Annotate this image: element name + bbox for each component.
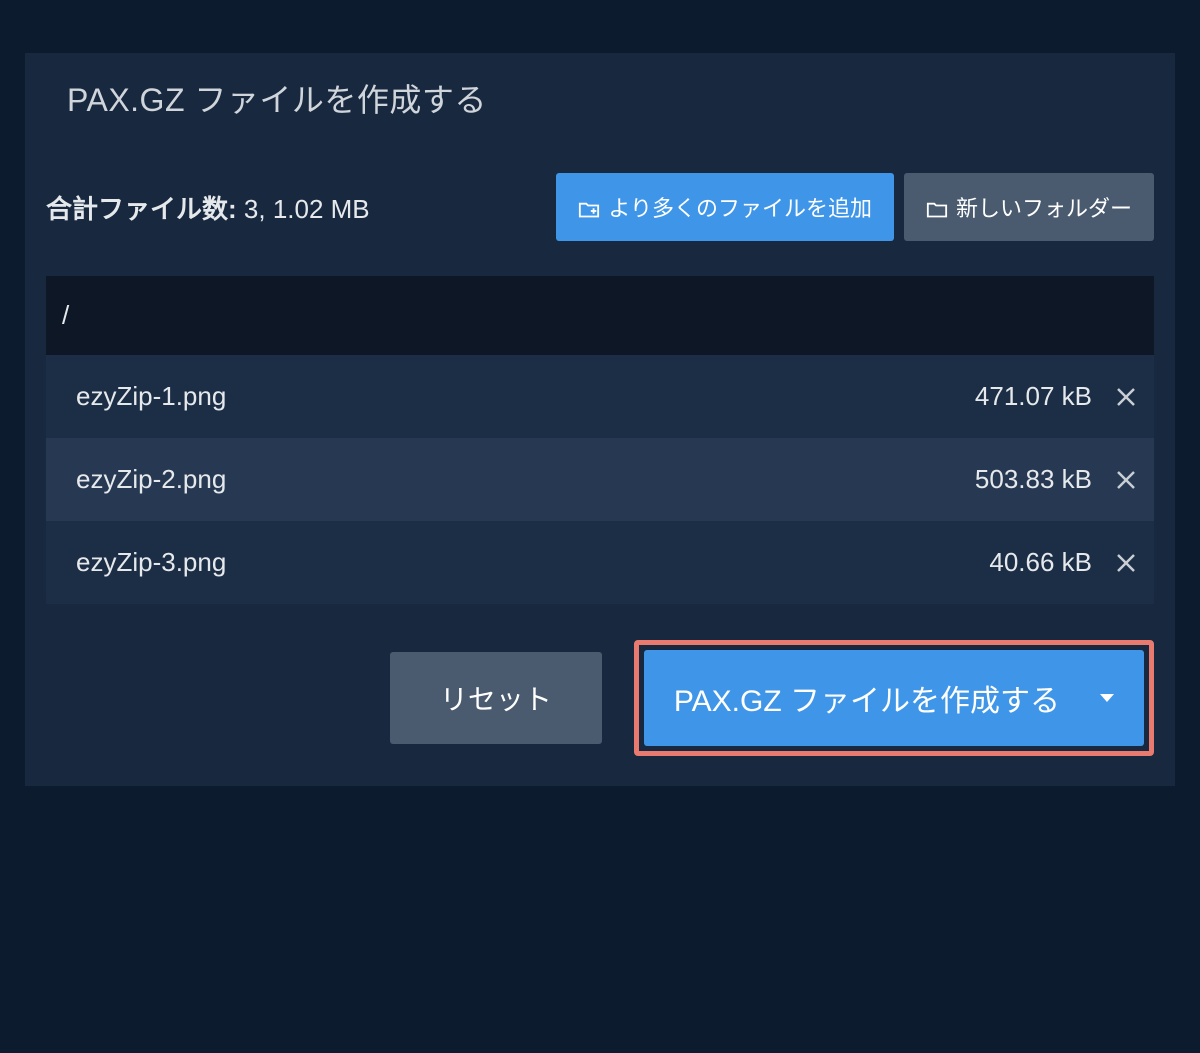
create-archive-panel: PAX.GZ ファイルを作成する 合計ファイル数: 3, 1.02 MB より多 xyxy=(25,53,1175,786)
file-size: 40.66 kB xyxy=(989,547,1092,578)
reset-button[interactable]: リセット xyxy=(390,652,602,744)
caret-down-icon xyxy=(1100,694,1114,702)
new-folder-label: 新しいフォルダー xyxy=(956,191,1132,223)
file-count-value: 3, 1.02 MB xyxy=(244,194,370,224)
current-path: / xyxy=(46,276,1154,355)
file-row: ezyZip-2.png 503.83 kB xyxy=(46,438,1154,521)
file-name: ezyZip-1.png xyxy=(76,381,975,412)
file-row: ezyZip-3.png 40.66 kB xyxy=(46,521,1154,604)
folder-plus-icon xyxy=(578,198,600,216)
file-size: 471.07 kB xyxy=(975,381,1092,412)
top-action-buttons: より多くのファイルを追加 新しいフォルダー xyxy=(556,173,1154,241)
add-more-files-label: より多くのファイルを追加 xyxy=(608,191,872,223)
remove-file-icon[interactable] xyxy=(1114,468,1138,492)
new-folder-button[interactable]: 新しいフォルダー xyxy=(904,173,1154,241)
file-name: ezyZip-2.png xyxy=(76,464,975,495)
summary-row: 合計ファイル数: 3, 1.02 MB より多くのファイルを追加 xyxy=(46,143,1154,271)
create-button-highlight: PAX.GZ ファイルを作成する xyxy=(634,640,1154,756)
panel-title: PAX.GZ ファイルを作成する xyxy=(25,53,529,143)
bottom-action-buttons: リセット PAX.GZ ファイルを作成する xyxy=(46,640,1154,756)
file-row: ezyZip-1.png 471.07 kB xyxy=(46,355,1154,438)
file-count-summary: 合計ファイル数: 3, 1.02 MB xyxy=(46,189,370,226)
add-more-files-button[interactable]: より多くのファイルを追加 xyxy=(556,173,894,241)
create-archive-button[interactable]: PAX.GZ ファイルを作成する xyxy=(644,650,1144,746)
file-list: / ezyZip-1.png 471.07 kB ezyZip-2.png 50… xyxy=(46,276,1154,604)
file-name: ezyZip-3.png xyxy=(76,547,989,578)
file-size: 503.83 kB xyxy=(975,464,1092,495)
remove-file-icon[interactable] xyxy=(1114,385,1138,409)
remove-file-icon[interactable] xyxy=(1114,551,1138,575)
panel-content: 合計ファイル数: 3, 1.02 MB より多くのファイルを追加 xyxy=(25,143,1175,786)
folder-icon xyxy=(926,198,948,216)
create-archive-label: PAX.GZ ファイルを作成する xyxy=(674,676,1060,720)
file-count-label: 合計ファイル数: xyxy=(46,194,237,224)
